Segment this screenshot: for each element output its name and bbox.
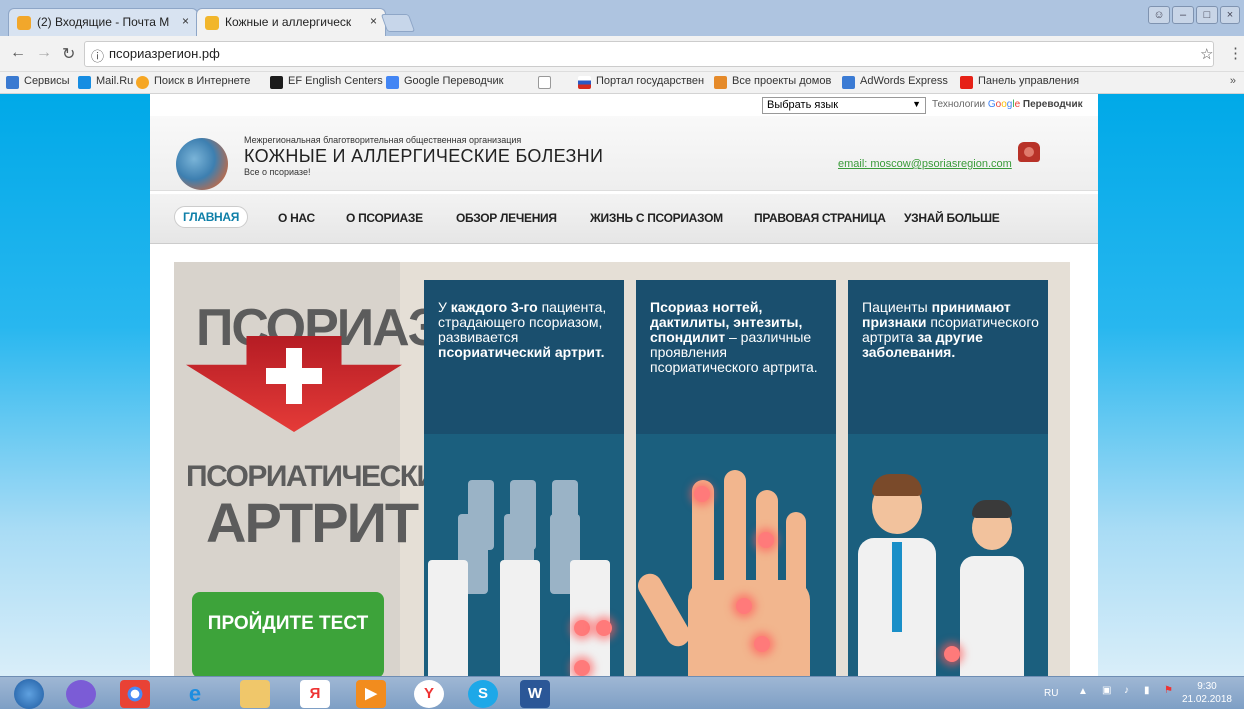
chrome-icon[interactable] <box>120 680 150 708</box>
player-icon[interactable]: ▶ <box>356 680 386 708</box>
browser-window: (2) Входящие - Почта M × Кожные и аллерг… <box>0 0 1244 709</box>
info-card-1: У каждого 3-го пациента, страдающего псо… <box>424 280 624 676</box>
org-description: Межрегиональная благотворительная общест… <box>244 135 522 145</box>
house-icon <box>714 76 727 89</box>
tab-strip: (2) Входящие - Почта M × Кожные и аллерг… <box>0 0 1244 36</box>
url-input[interactable]: ⓘ псориазрегион.рф <box>84 41 1214 67</box>
adwords-icon <box>842 76 855 89</box>
window-close-icon[interactable]: × <box>1220 6 1240 24</box>
close-icon[interactable]: × <box>370 14 377 28</box>
yandex-browser-icon[interactable]: Y <box>414 680 444 708</box>
site-title[interactable]: КОЖНЫЕ И АЛЛЕРГИЧЕСКИЕ БОЛЕЗНИ <box>244 146 603 167</box>
nav-item-psoriasis[interactable]: О ПСОРИАЗЕ <box>346 211 423 225</box>
nav-item-treatment[interactable]: ОБЗОР ЛЕЧЕНИЯ <box>456 211 557 225</box>
info-card-3: Пациенты принимают признаки псориатическ… <box>848 280 1048 676</box>
info-icon[interactable]: ⓘ <box>91 46 104 65</box>
bookmark-item[interactable]: Google Переводчик <box>386 75 504 89</box>
back-icon[interactable]: ← <box>10 44 26 62</box>
maximize-icon[interactable]: □ <box>1196 6 1218 24</box>
nav-item-living[interactable]: ЖИЗНЬ С ПСОРИАЗОМ <box>590 211 723 225</box>
main-nav: ГЛАВНАЯ О НАС О ПСОРИАЗЕ ОБЗОР ЛЕЧЕНИЯ Ж… <box>150 194 1098 244</box>
clock[interactable]: 9:30 21.02.2018 <box>1182 680 1232 706</box>
word-icon[interactable]: W <box>520 680 550 708</box>
translate-icon <box>386 76 399 89</box>
site-motto: Все о псориазе! <box>244 167 311 177</box>
bookmark-item[interactable]: AdWords Express <box>842 75 948 89</box>
tab-mail[interactable]: (2) Входящие - Почта M × <box>8 8 198 36</box>
reload-icon[interactable]: ↻ <box>62 44 75 64</box>
ie-icon[interactable]: e <box>180 680 210 708</box>
forward-icon[interactable]: → <box>36 44 52 62</box>
language-indicator[interactable]: RU <box>1044 688 1058 699</box>
nav-item-legal[interactable]: ПРАВОВАЯ СТРАНИЦА <box>754 211 886 225</box>
bookmark-item[interactable]: Портал государствен <box>578 75 704 89</box>
minimize-icon[interactable]: – <box>1172 6 1194 24</box>
google-logo: Google <box>987 99 1021 110</box>
bookmark-item[interactable]: Панель управления <box>960 75 1079 89</box>
address-bar-row: ← → ↻ ⓘ псориазрегион.рф ☆ ⋮ <box>0 36 1244 72</box>
translate-bar: Выбрать язык ▼ Технологии Google Перевод… <box>150 94 1098 116</box>
apps-icon <box>6 76 19 89</box>
phone-icon <box>1018 142 1040 162</box>
site-logo[interactable] <box>176 138 228 190</box>
bookmark-item[interactable]: Все проекты домов <box>714 75 831 89</box>
start-button[interactable] <box>14 679 44 709</box>
site-page: Межрегиональная благотворительная общест… <box>150 116 1098 678</box>
page-icon <box>538 76 551 89</box>
alert-icon[interactable]: ⚑ <box>1164 685 1173 696</box>
volume-icon[interactable]: ♪ <box>1124 685 1129 696</box>
email-link[interactable]: email: moscow@psoriasregion.com <box>838 158 1012 170</box>
tab-psoriasis[interactable]: Кожные и аллергическ × <box>196 8 386 36</box>
dropdown-arrow-icon: ▼ <box>912 99 921 109</box>
close-icon[interactable]: × <box>182 14 189 28</box>
page-viewport: Выбрать язык ▼ Технологии Google Перевод… <box>0 94 1244 678</box>
language-select[interactable]: Выбрать язык ▼ <box>762 97 926 114</box>
nav-item-learn-more[interactable]: УЗНАЙ БОЛЬШЕ <box>904 211 1000 225</box>
menu-icon[interactable]: ⋮ <box>1228 44 1243 62</box>
take-test-button[interactable]: ПРОЙДИТЕ ТЕСТ <box>192 592 384 678</box>
ef-icon <box>270 76 283 89</box>
search-icon <box>136 76 149 89</box>
banner-title-psoriatic: ПСОРИАТИЧЕСКИЙ <box>186 460 458 493</box>
tab-title: Кожные и аллергическ <box>225 15 352 29</box>
youtube-icon <box>960 76 973 89</box>
card-text: Псориаз ногтей, дактилиты, энтезиты, спо… <box>650 299 818 375</box>
new-tab-button[interactable] <box>380 14 416 32</box>
bookmark-item[interactable]: EF English Centers <box>270 75 383 89</box>
bookmark-item[interactable]: Mail.Ru <box>78 75 133 89</box>
butterfly-icon <box>205 16 219 30</box>
mailru-icon <box>78 76 91 89</box>
bookmarks-more-icon[interactable]: » <box>1230 75 1236 87</box>
card-text: У каждого 3-го пациента, страдающего псо… <box>438 299 607 360</box>
tray-arrow-icon[interactable]: ▲ <box>1078 686 1088 697</box>
bookmarks-bar: Сервисы Mail.Ru Поиск в Интернете EF Eng… <box>0 72 1244 94</box>
taskbar: e Я ▶ Y S W RU ▲ ▣ ♪ ▮ ⚑ 9:30 21.02.2018 <box>0 676 1244 709</box>
hero-banner[interactable]: ПСОРИАЗ ПСОРИАТИЧЕСКИЙ АРТРИТ ПРОЙДИТЕ Т… <box>174 262 1070 678</box>
banner-title-arthritis: АРТРИТ <box>206 491 419 554</box>
skype-icon[interactable]: S <box>468 680 498 708</box>
nav-item-home[interactable]: ГЛАВНАЯ <box>174 206 249 228</box>
signal-icon[interactable]: ▮ <box>1144 685 1150 696</box>
microphone-icon[interactable] <box>66 680 96 708</box>
site-header: Межрегиональная благотворительная общест… <box>150 116 1098 191</box>
bookmark-item[interactable]: Поиск в Интернете <box>136 75 250 89</box>
mailru-icon <box>17 16 31 30</box>
bookmark-item[interactable]: Сервисы <box>6 75 70 89</box>
user-icon[interactable]: ☺ <box>1148 6 1170 24</box>
nav-item-about[interactable]: О НАС <box>278 211 315 225</box>
tab-title: (2) Входящие - Почта M <box>37 15 170 29</box>
bookmark-star-icon[interactable]: ☆ <box>1200 45 1213 63</box>
yandex-icon[interactable]: Я <box>300 680 330 708</box>
card-text: Пациенты принимают признаки псориатическ… <box>862 299 1039 360</box>
google-translate-credit[interactable]: Технологии Google Переводчик <box>932 99 1083 110</box>
info-card-2: Псориаз ногтей, дактилиты, энтезиты, спо… <box>636 280 836 676</box>
russia-flag-icon <box>578 76 591 89</box>
system-tray: RU ▲ ▣ ♪ ▮ ⚑ 9:30 21.02.2018 <box>998 679 1238 709</box>
network-icon[interactable]: ▣ <box>1102 685 1111 696</box>
banner-left: ПСОРИАЗ ПСОРИАТИЧЕСКИЙ АРТРИТ ПРОЙДИТЕ Т… <box>174 262 458 678</box>
url-text: псориазрегион.рф <box>109 46 220 61</box>
folder-icon[interactable] <box>240 680 270 708</box>
